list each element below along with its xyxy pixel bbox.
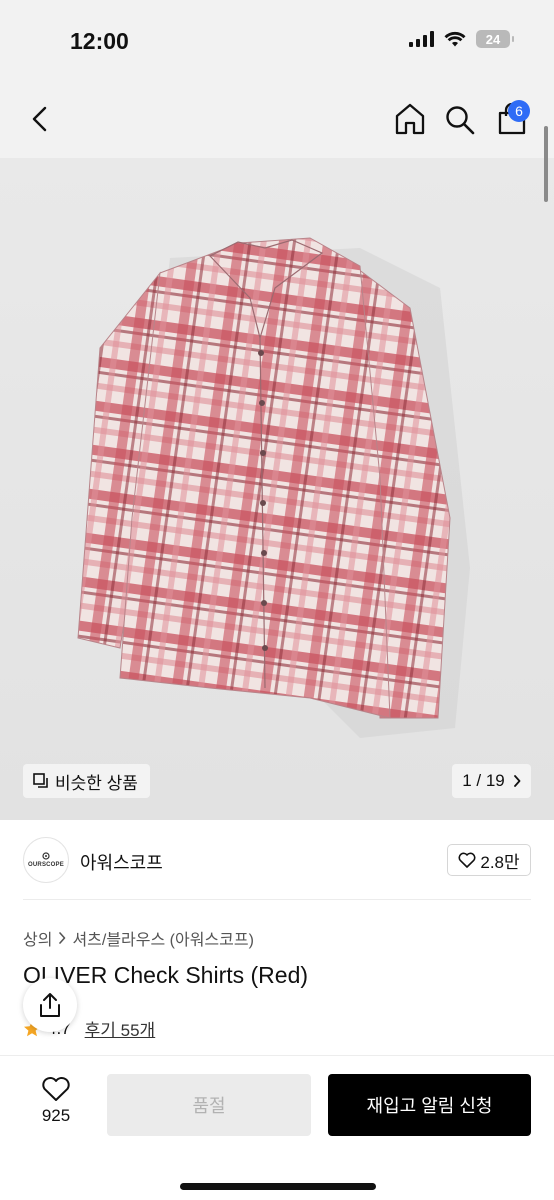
similar-items-icon [33, 773, 48, 788]
home-icon[interactable] [394, 102, 426, 136]
battery-level: 24 [485, 31, 501, 47]
heart-icon [42, 1076, 70, 1101]
bottom-action-bar: 925 품절 재입고 알림 신청 [0, 1055, 554, 1200]
chevron-right-icon [59, 932, 66, 944]
wifi-icon [444, 31, 466, 47]
brand-like-button[interactable]: 2.8만 [447, 844, 531, 876]
status-icons: 24 [409, 30, 514, 48]
page-indicator-text: 1 / 19 [462, 771, 505, 790]
status-bar: 12:00 24 [0, 0, 554, 80]
similar-products-button[interactable]: 비슷한 상품 [23, 764, 150, 798]
breadcrumb: 상의 셔츠/블라우스 (아워스코프) [23, 926, 254, 950]
home-indicator[interactable] [180, 1183, 376, 1190]
nav-bar [0, 80, 554, 158]
search-icon[interactable] [444, 104, 476, 136]
battery-icon: 24 [476, 30, 514, 48]
cart-badge[interactable]: 6 [508, 100, 530, 122]
review-link[interactable]: 후기 55개 [85, 1016, 156, 1041]
wishlist-button[interactable]: 925 [26, 1076, 86, 1136]
similar-products-label: 비슷한 상품 [55, 773, 138, 793]
share-button[interactable] [23, 978, 77, 1032]
signal-icon [409, 31, 434, 47]
breadcrumb-subcategory[interactable]: 셔츠/블라우스 (아워스코프) [72, 926, 253, 950]
brand-logo[interactable]: OURSCOPE [23, 837, 69, 883]
brand-logo-text: OURSCOPE [28, 862, 64, 868]
share-icon [40, 993, 60, 1017]
heart-icon [458, 852, 476, 868]
sold-out-button[interactable]: 품절 [107, 1074, 311, 1136]
breadcrumb-category[interactable]: 상의 [23, 926, 52, 950]
brand-like-count: 2.8만 [480, 852, 520, 872]
divider [23, 899, 531, 900]
restock-alert-button[interactable]: 재입고 알림 신청 [328, 1074, 531, 1136]
shirt-image [77, 237, 470, 738]
scrollbar[interactable] [544, 126, 548, 202]
status-time: 12:00 [70, 28, 129, 54]
product-image[interactable]: 비슷한 상품 1 / 19 [0, 158, 554, 820]
brand-name[interactable]: 아워스코프 [80, 849, 163, 875]
chevron-right-icon [513, 775, 521, 787]
image-page-indicator[interactable]: 1 / 19 [452, 764, 531, 798]
back-arrow-icon[interactable] [26, 104, 56, 134]
wishlist-count: 925 [41, 1106, 71, 1125]
brand-row: OURSCOPE 아워스코프 2.8만 [0, 820, 554, 900]
brand-logo-mark [42, 852, 50, 860]
